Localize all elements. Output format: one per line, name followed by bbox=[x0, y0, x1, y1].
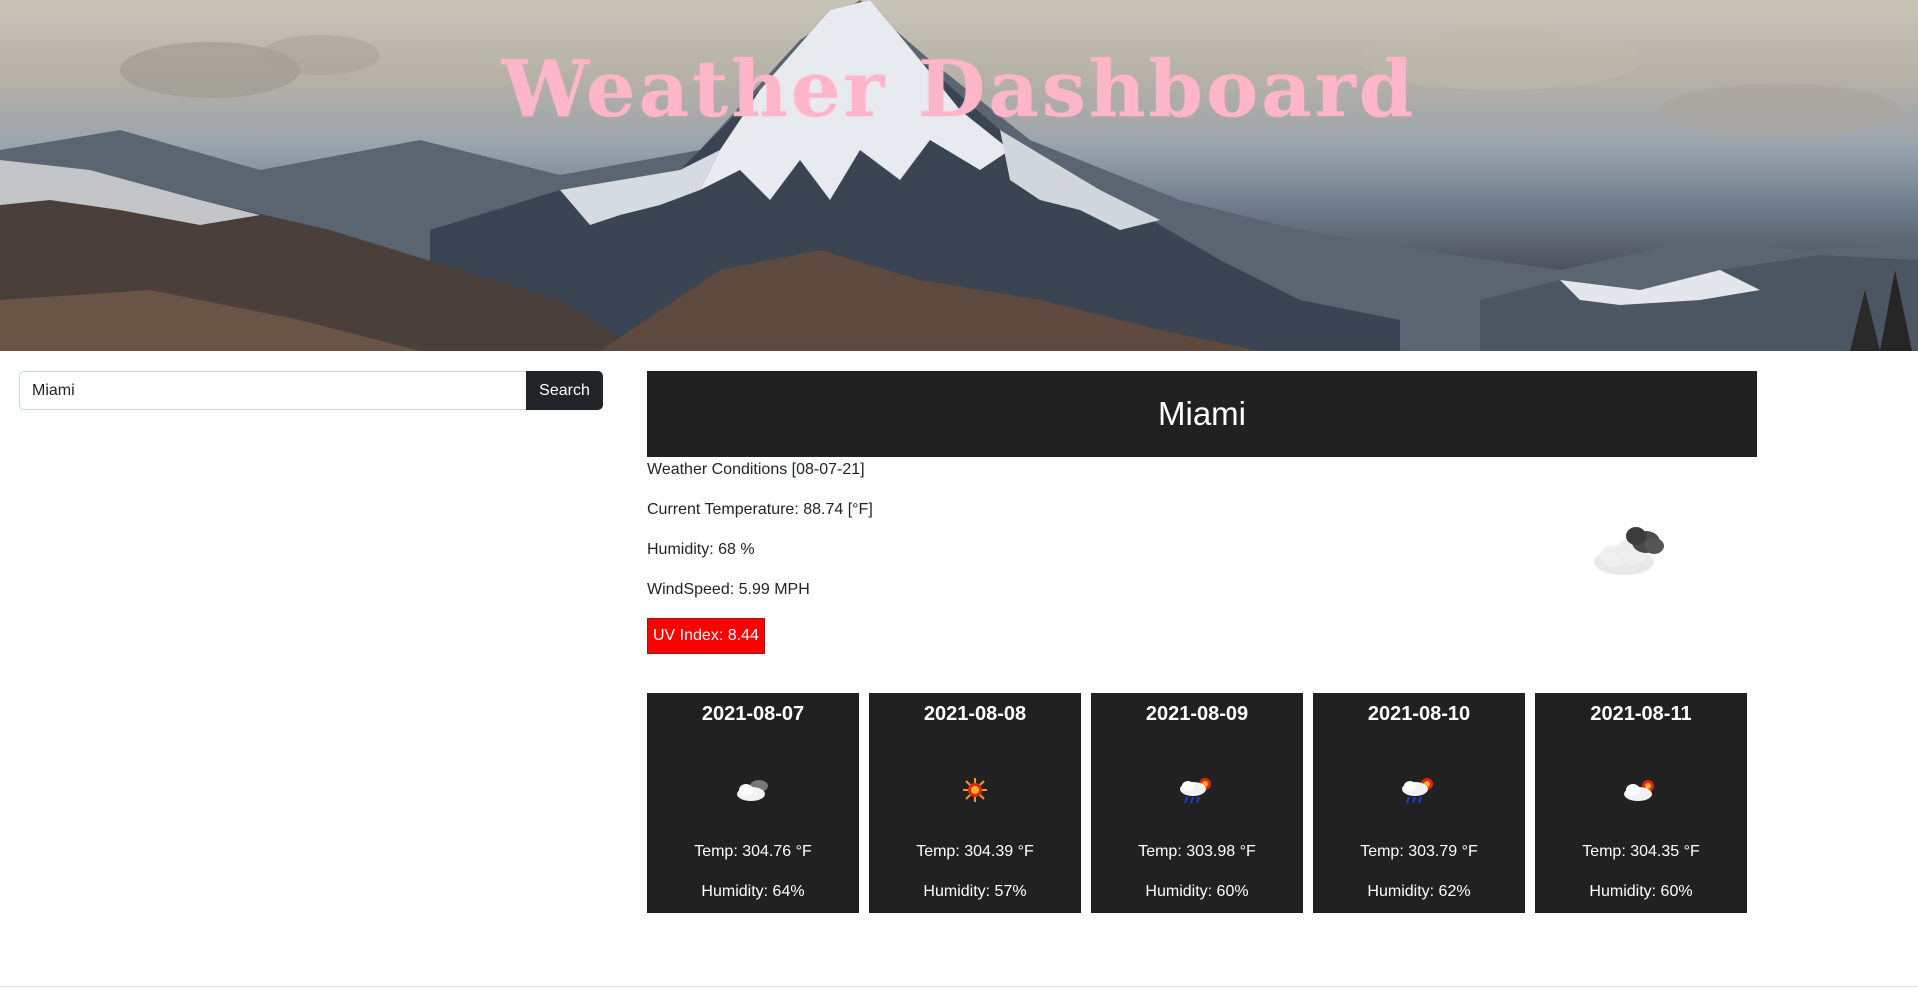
forecast-card: 2021-08-11 Temp: 304.35 °F Humidity: 60% bbox=[1535, 693, 1747, 913]
forecast-card: 2021-08-10 Temp: 303.79 °F Humidity: 62% bbox=[1313, 693, 1525, 913]
search-form: Search bbox=[19, 371, 603, 410]
forecast-humidity: Humidity: 57% bbox=[923, 883, 1027, 900]
forecast-date: 2021-08-08 bbox=[923, 703, 1027, 725]
forecast-card: 2021-08-09 Temp: 303.98 °F Humidity: 60% bbox=[1091, 693, 1303, 913]
forecast-humidity: Humidity: 60% bbox=[1589, 883, 1693, 900]
cloudy-night-icon bbox=[737, 780, 768, 801]
forecast-humidity: Humidity: 62% bbox=[1367, 883, 1471, 900]
page-divider bbox=[0, 986, 1918, 987]
forecast-temp: Temp: 304.35 °F bbox=[1582, 843, 1700, 860]
cloud-sun-icon bbox=[1624, 780, 1654, 801]
forecast-date: 2021-08-07 bbox=[701, 703, 805, 725]
page-title: Weather Dashboard bbox=[501, 44, 1417, 135]
rain-sun-icon bbox=[1180, 778, 1211, 804]
forecast-date: 2021-08-11 bbox=[1590, 703, 1692, 725]
city-name-heading: Miami bbox=[647, 371, 1757, 457]
search-input[interactable] bbox=[19, 371, 526, 410]
current-wind-speed: WindSpeed: 5.99 MPH bbox=[647, 581, 810, 598]
dark-clouds-icon bbox=[1594, 527, 1664, 575]
five-day-forecast: 2021-08-07 Temp: 304.76 °F Humidity: 64%… bbox=[647, 693, 1747, 913]
forecast-date: 2021-08-10 bbox=[1367, 703, 1471, 725]
forecast-humidity: Humidity: 60% bbox=[1145, 883, 1249, 900]
forecast-date: 2021-08-09 bbox=[1145, 703, 1249, 725]
weather-conditions-label: Weather Conditions [08-07-21] bbox=[647, 461, 865, 478]
current-humidity: Humidity: 68 % bbox=[647, 541, 755, 558]
forecast-humidity: Humidity: 64% bbox=[701, 883, 805, 900]
sun-icon bbox=[963, 778, 987, 802]
forecast-temp: Temp: 304.39 °F bbox=[916, 843, 1034, 860]
current-weather-panel: Weather Conditions [08-07-21] Current Te… bbox=[647, 458, 1547, 654]
search-button[interactable]: Search bbox=[526, 371, 603, 410]
forecast-temp: Temp: 303.98 °F bbox=[1138, 843, 1256, 860]
rain-sun-icon bbox=[1402, 778, 1433, 804]
forecast-temp: Temp: 303.79 °F bbox=[1360, 843, 1478, 860]
current-temperature: Current Temperature: 88.74 [°F] bbox=[647, 501, 873, 518]
forecast-temp: Temp: 304.76 °F bbox=[694, 843, 812, 860]
forecast-card: 2021-08-08 Temp: 304.39 °F Humidity: 57% bbox=[869, 693, 1081, 913]
uv-index-badge: UV Index: 8.44 bbox=[647, 618, 765, 654]
forecast-card: 2021-08-07 Temp: 304.76 °F Humidity: 64% bbox=[647, 693, 859, 913]
hero-banner: Weather Dashboard bbox=[0, 0, 1918, 351]
